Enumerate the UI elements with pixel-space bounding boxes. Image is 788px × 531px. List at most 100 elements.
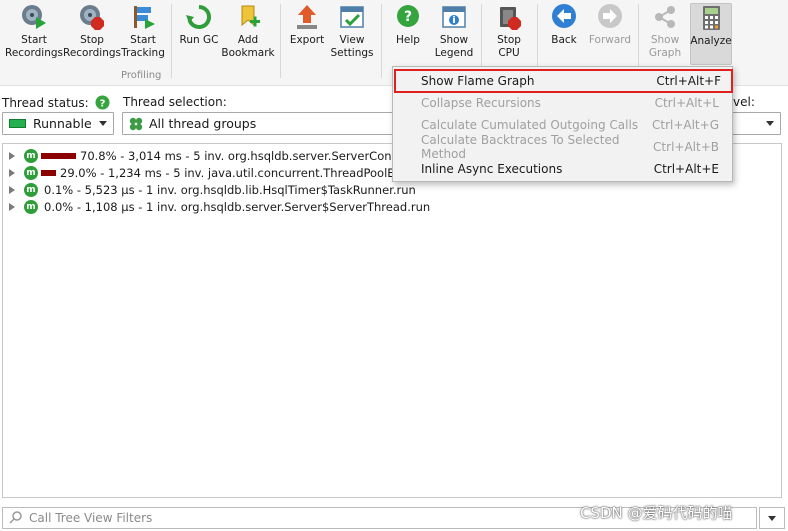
forward-button[interactable]: Forward [587,3,633,65]
stop-recordings-icon [78,3,106,31]
chevron-down-icon [99,121,107,126]
help-button[interactable]: ? Help [386,3,430,65]
thread-status-text: Thread status: [2,95,89,110]
analyze-label: Analyze [690,35,732,47]
view-settings-button[interactable]: View Settings [330,3,374,65]
help-icon[interactable]: ? [95,95,110,110]
filter-options-button[interactable] [759,507,785,529]
svg-text:?: ? [99,99,105,110]
tree-row[interactable]: m 0.1% - 5,523 µs - 1 inv. org.hsqldb.li… [3,181,416,198]
export-button[interactable]: Export [286,3,328,65]
menu-item-inline-async-executions[interactable]: Inline Async Executions Ctrl+Alt+E [393,158,732,180]
back-label: Back [551,34,577,46]
runnable-status-icon [9,119,26,128]
stop-cpu-button[interactable]: Stop CPU [486,3,532,65]
chevron-down-icon [768,515,776,521]
expand-arrow-icon[interactable] [9,202,15,211]
calculator-icon [697,4,725,32]
menu-item-shortcut: Ctrl+Alt+G [651,118,719,132]
percentage-bar [41,169,56,176]
stop-recordings-button[interactable]: Stop Recordings [62,3,122,65]
menu-item-collapse-recursions[interactable]: Collapse Recursions Ctrl+Alt+L [393,92,732,114]
tree-row-text: 0.0% - 1,108 µs - 1 inv. org.hsqldb.serv… [44,199,431,214]
tree-row[interactable]: m 0.0% - 1,108 µs - 1 inv. org.hsqldb.se… [3,198,430,215]
tree-row-text: 0.1% - 5,523 µs - 1 inv. org.hsqldb.lib.… [44,182,416,197]
aggregation-level-text: vel: [733,95,755,109]
menu-item-shortcut: Ctrl+Alt+B [653,140,719,154]
filter-placeholder: Call Tree View Filters [29,511,153,525]
aggregation-level-dropdown[interactable] [731,112,781,135]
add-bookmark-icon [234,3,262,31]
menu-item-label: Collapse Recursions [421,96,541,110]
svg-text:?: ? [404,9,412,25]
back-button[interactable]: Back [542,3,586,65]
forward-label: Forward [588,34,632,46]
start-tracking-label: Start Tracking [121,34,165,59]
run-gc-button[interactable]: Run GC [176,3,222,65]
menu-item-shortcut: Ctrl+Alt+F [656,74,721,88]
method-icon: m [24,199,38,214]
start-recordings-button[interactable]: Start Recordings [4,3,64,65]
toolbar-separator [171,4,172,78]
percentage-bar [41,152,76,159]
tree-row-text: 29.0% - 1,234 ms - 5 inv. java.util.conc… [60,165,434,180]
expand-arrow-icon[interactable] [9,185,15,194]
call-tree: m 70.8% - 3,014 ms - 5 inv. org.hsqldb.s… [2,143,782,498]
show-legend-label: Show Legend [434,34,474,59]
graph-icon [651,3,679,31]
legend-info-icon [440,3,468,31]
show-graph-label: Show Graph [648,34,682,59]
export-label: Export [289,34,325,46]
thread-status-dropdown[interactable]: Runnable [2,112,114,135]
filter-search-icon [9,510,23,527]
method-icon: m [24,165,38,180]
watermark: CSDN @爱码代码的喵 [580,504,733,522]
menu-item-shortcut: Ctrl+Alt+L [654,96,719,110]
expand-arrow-icon[interactable] [9,168,15,177]
thread-selection-text: Thread selection: [123,95,227,109]
toolbar-separator [381,4,382,78]
start-tracking-icon [129,3,157,31]
export-icon [293,3,321,31]
help-label: Help [396,34,420,46]
show-graph-button[interactable]: Show Graph [643,3,687,65]
menu-item-calculate-backtraces[interactable]: Calculate Backtraces To Selected Method … [393,133,732,161]
menu-item-show-flame-graph[interactable]: Show Flame Graph Ctrl+Alt+F [394,69,733,93]
recycle-icon [185,3,213,31]
tree-row[interactable]: m 29.0% - 1,234 ms - 5 inv. java.util.co… [3,164,433,181]
view-settings-label: View Settings [330,34,374,59]
stop-cpu-label: Stop CPU [497,34,521,59]
menu-item-label: Calculate Backtraces To Selected Method [421,133,620,161]
toolbar-separator [280,4,281,78]
method-icon: m [24,148,38,163]
view-settings-icon [338,3,366,31]
run-gc-label: Run GC [179,34,219,46]
show-legend-button[interactable]: Show Legend [432,3,476,65]
start-tracking-button[interactable]: Start Tracking [120,3,166,65]
back-arrow-icon [550,3,578,31]
add-bookmark-button[interactable]: Add Bookmark [221,3,275,65]
thread-selection-value: All thread groups [149,116,257,131]
add-bookmark-label: Add Bookmark [221,34,275,59]
thread-selection-label: Thread selection: [123,95,227,109]
stop-recordings-label: Stop Recordings [63,34,121,59]
menu-item-label: Inline Async Executions [421,162,563,176]
thread-status-value: Runnable [33,116,92,131]
start-recordings-label: Start Recordings [5,34,63,59]
menu-item-label: Calculate Cumulated Outgoing Calls [421,118,639,132]
thread-status-label: Thread status: ? [2,95,110,110]
start-recordings-icon [20,3,48,31]
stop-cpu-icon [495,3,523,31]
thread-selection-dropdown[interactable]: All thread groups [122,112,396,135]
tree-row-text: 70.8% - 3,014 ms - 5 inv. org.hsqldb.ser… [80,148,435,163]
tree-row[interactable]: m 70.8% - 3,014 ms - 5 inv. org.hsqldb.s… [3,147,434,164]
analyze-button[interactable]: Analyze [690,3,732,65]
thread-group-icon [129,117,143,131]
chevron-down-icon [766,121,774,126]
menu-item-label: Show Flame Graph [421,74,535,88]
menu-item-shortcut: Ctrl+Alt+E [653,162,719,176]
forward-arrow-icon [596,3,624,31]
expand-arrow-icon[interactable] [9,151,15,160]
method-icon: m [24,182,38,197]
help-icon: ? [394,3,422,31]
